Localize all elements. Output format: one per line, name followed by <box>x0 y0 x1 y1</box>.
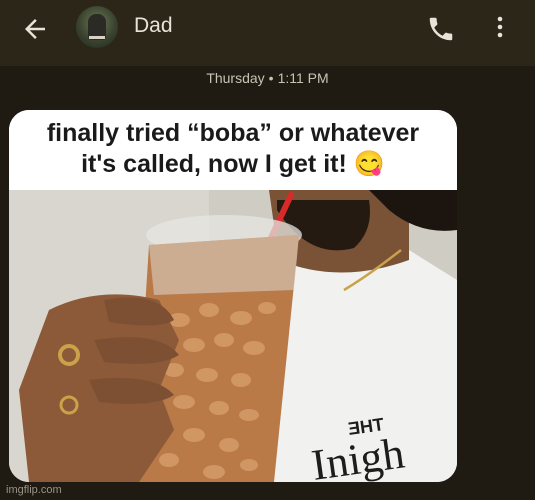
call-button[interactable] <box>426 14 456 44</box>
back-button[interactable] <box>20 14 50 44</box>
yum-emoji: 😋 <box>353 150 385 178</box>
contact-avatar[interactable] <box>76 6 118 48</box>
contact-name[interactable]: Dad <box>134 14 173 38</box>
meme-photo: ƎHT Inigh <box>9 190 457 482</box>
more-options-button[interactable] <box>488 12 512 42</box>
phone-icon <box>429 17 453 41</box>
timestamp-separator: • <box>268 70 274 86</box>
image-message[interactable]: finally tried “boba” or whatever it's ca… <box>9 110 457 482</box>
message-timestamp: Thursday • 1:11 PM <box>0 70 535 86</box>
arrow-left-icon <box>25 19 45 39</box>
meme-caption: finally tried “boba” or whatever it's ca… <box>9 110 457 190</box>
more-vert-icon <box>497 16 503 38</box>
caption-line-2: it's called, now I get it! <box>81 150 347 178</box>
caption-line-1: finally tried “boba” or whatever <box>46 119 420 147</box>
timestamp-day: Thursday <box>206 70 265 86</box>
timestamp-time: 1:11 PM <box>277 70 329 86</box>
imgflip-watermark: imgflip.com <box>6 484 62 496</box>
app-header: Dad <box>0 0 535 66</box>
